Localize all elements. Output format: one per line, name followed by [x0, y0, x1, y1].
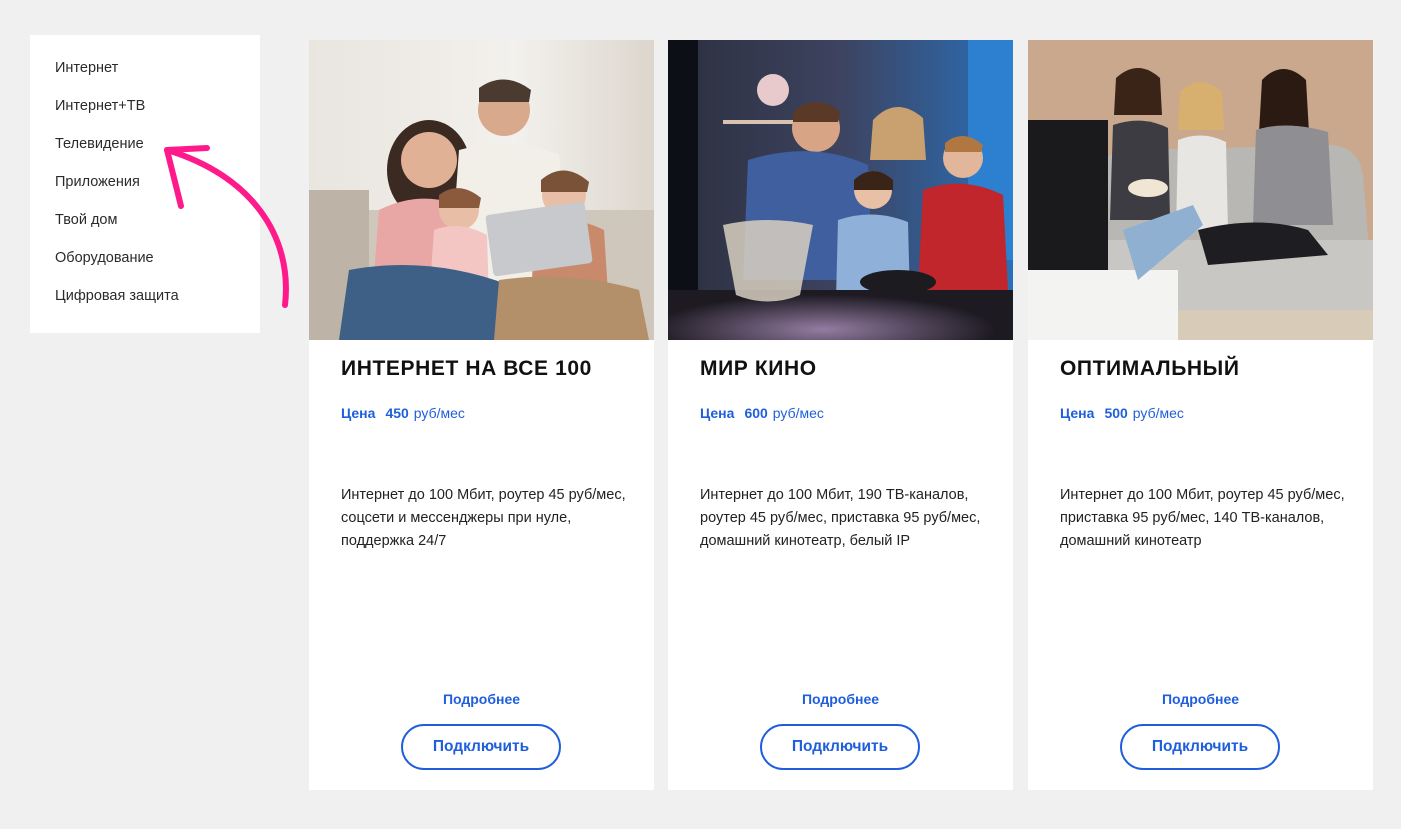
price-row: Цена 450 руб/мес	[341, 405, 465, 421]
price-label: Цена	[341, 405, 376, 421]
connect-button[interactable]: Подключить	[401, 724, 561, 770]
family-with-laptop-photo	[309, 40, 654, 340]
sidebar-item-internet[interactable]: Интернет	[55, 60, 118, 76]
card-title: МИР КИНО	[700, 357, 817, 380]
sidebar-item-internet-tv[interactable]: Интернет+ТВ	[55, 98, 145, 114]
price-unit: руб/мес	[1132, 405, 1184, 421]
price-row: Цена 500 руб/мес	[1060, 405, 1184, 421]
sidebar-item-home[interactable]: Твой дом	[55, 212, 117, 228]
card-description: Интернет до 100 Мбит, 190 ТВ-каналов, ро…	[700, 487, 981, 549]
family-watching-tv-photo	[668, 40, 1013, 340]
details-link[interactable]: Подробнее	[1028, 691, 1373, 707]
sidebar-item-television[interactable]: Телевидение	[55, 136, 144, 152]
connect-button[interactable]: Подключить	[760, 724, 920, 770]
price-label: Цена	[700, 405, 735, 421]
price-unit: руб/мес	[772, 405, 824, 421]
connect-button[interactable]: Подключить	[1120, 724, 1280, 770]
details-link[interactable]: Подробнее	[309, 691, 654, 707]
price-label: Цена	[1060, 405, 1095, 421]
tariff-card: ИНТЕРНЕТ НА ВСЕ 100 Цена 450 руб/мес Интер…	[309, 40, 654, 790]
price-value: 600	[744, 405, 768, 421]
sidebar-item-equipment[interactable]: Оборудование	[55, 250, 154, 266]
tariff-card: ОПТИМАЛЬНЫЙ Цена 500 руб/мес Интернет до 1…	[1028, 40, 1373, 790]
card-description: Интернет до 100 Мбит, роутер 45 руб/мес,…	[1060, 487, 1345, 549]
price-value: 450	[385, 405, 409, 421]
tariff-card: МИР КИНО Цена 600 руб/мес Интернет до 100 …	[668, 40, 1013, 790]
card-description: Интернет до 100 Мбит, роутер 45 руб/мес,…	[341, 487, 626, 549]
annotation-arrow-icon	[164, 145, 289, 308]
price-row: Цена 600 руб/мес	[700, 405, 824, 421]
friends-on-sofa-photo	[1028, 40, 1373, 340]
details-link[interactable]: Подробнее	[668, 691, 1013, 707]
price-value: 500	[1104, 405, 1128, 421]
price-unit: руб/мес	[413, 405, 465, 421]
card-title: ОПТИМАЛЬНЫЙ	[1060, 357, 1240, 380]
sidebar-item-apps[interactable]: Приложения	[55, 174, 140, 190]
card-title: ИНТЕРНЕТ НА ВСЕ 100	[341, 357, 592, 380]
